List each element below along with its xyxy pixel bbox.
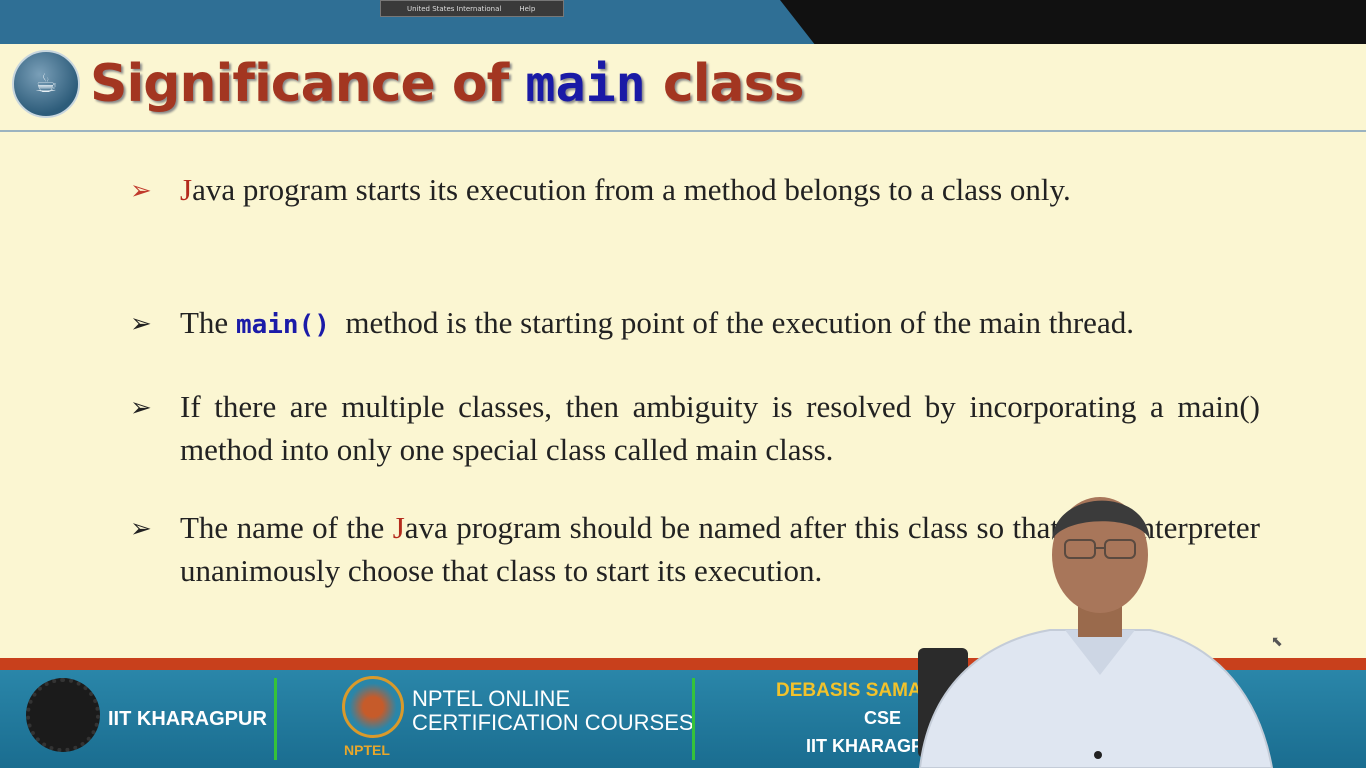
- bullet-2-text: The main() method is the starting point …: [180, 301, 1260, 347]
- footer-divider: [692, 678, 695, 760]
- help-label[interactable]: Help: [519, 5, 535, 13]
- bullet-2: ➢ The main() method is the starting poin…: [130, 301, 1260, 347]
- top-band-dark-wedge: [780, 0, 1366, 44]
- slide-title: Significance of main class: [90, 54, 805, 114]
- bullet-4-red-letter-1: J: [392, 510, 405, 545]
- bullet-4-lead: The name of the: [180, 510, 393, 545]
- bullet-2-rest: method is the starting point of the exec…: [329, 305, 1134, 340]
- bullet-1-rest: ava program starts its execution from a …: [192, 172, 1071, 207]
- bullet-2-lead: The: [180, 305, 236, 340]
- arrow-bullet-icon: ➢: [130, 309, 152, 338]
- top-band: United States International Help: [0, 0, 1366, 44]
- java-logo-icon: ☕: [12, 50, 80, 118]
- institute-name: IIT KHARAGPUR: [108, 708, 267, 730]
- arrow-bullet-icon: ➢: [130, 514, 152, 543]
- footer-divider: [274, 678, 277, 760]
- bullet-3: ➢ If there are multiple classes, then am…: [130, 385, 1260, 471]
- bullet-1-text: Java program starts its execution from a…: [180, 168, 1260, 212]
- presenter-figure: [918, 497, 1274, 768]
- mouse-cursor-icon: ⬉: [1271, 635, 1283, 650]
- title-part1: Significance of: [90, 54, 509, 114]
- title-code: main: [525, 55, 646, 113]
- bullet-1: ➢ Java program starts its execution from…: [130, 168, 1260, 212]
- slide-title-bar: ☕ Significance of main class: [0, 44, 1366, 132]
- nptel-line-2: CERTIFICATION COURSES: [412, 710, 694, 735]
- language-bar[interactable]: United States International Help: [380, 0, 564, 17]
- bullet-1-red-letter: J: [180, 172, 193, 207]
- nptel-logo-icon: [342, 676, 404, 738]
- bullet-2-code: main(): [235, 310, 330, 340]
- title-part2: class: [662, 54, 805, 114]
- bullet-3-text: If there are multiple classes, then ambi…: [180, 389, 1260, 467]
- arrow-bullet-icon: ➢: [130, 176, 152, 205]
- language-label[interactable]: United States International: [407, 5, 501, 13]
- nptel-line-1: NPTEL ONLINE: [412, 686, 571, 711]
- arrow-bullet-icon: ➢: [130, 393, 152, 422]
- nptel-tag: NPTEL: [344, 742, 390, 758]
- iit-kharagpur-logo-icon: [26, 678, 100, 752]
- department-name: CSE: [864, 708, 902, 728]
